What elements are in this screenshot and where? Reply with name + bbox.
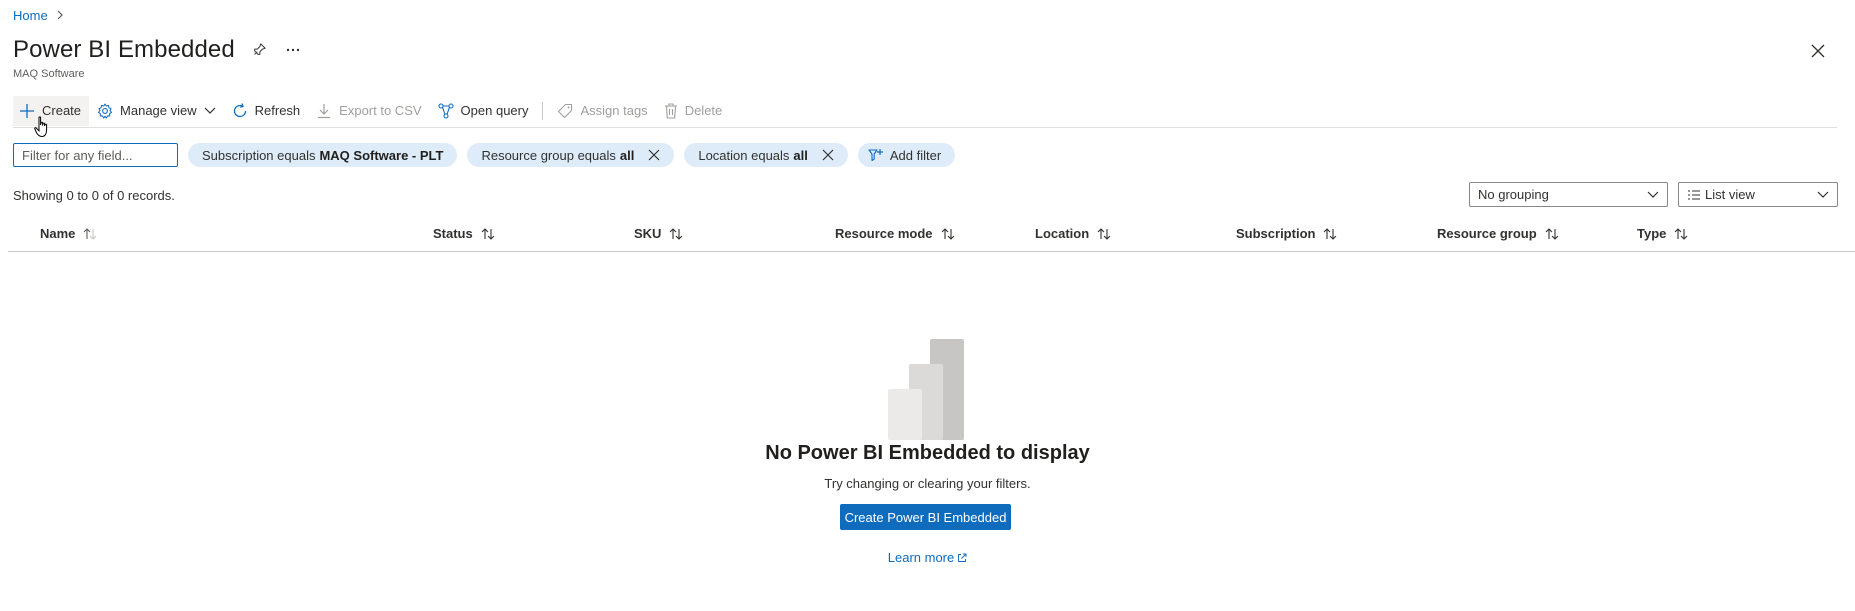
sort-icon (83, 227, 97, 240)
location-filter-pill[interactable]: Location equals all (684, 143, 848, 167)
title-row: Power BI Embedded (13, 36, 303, 64)
close-icon (1811, 44, 1825, 58)
column-label: Type (1637, 226, 1667, 241)
open-query-label: Open query (460, 103, 529, 118)
export-csv-label: Export to CSV (339, 103, 422, 118)
grouping-dropdown[interactable]: No grouping (1469, 182, 1668, 207)
open-query-button[interactable]: Open query (430, 96, 537, 126)
column-label: Subscription (1236, 226, 1316, 241)
sort-icon (1323, 227, 1337, 240)
chevron-down-icon (1817, 191, 1829, 198)
learn-more-link[interactable]: Learn more (0, 550, 1855, 565)
column-label: Name (40, 226, 76, 241)
add-filter-label: Add filter (889, 147, 942, 163)
resource-group-filter-pill[interactable]: Resource group equals all (467, 143, 675, 167)
empty-state-bar-chart-icon (888, 339, 964, 440)
column-header-location[interactable]: Location (1035, 226, 1111, 241)
grouping-selected: No grouping (1478, 187, 1549, 202)
view-selected: List view (1705, 187, 1755, 202)
location-filter-value: all (793, 147, 808, 163)
column-header-name[interactable]: Name (40, 226, 97, 241)
close-button[interactable] (1807, 40, 1829, 62)
column-header-type[interactable]: Type (1637, 226, 1688, 241)
refresh-button[interactable]: Refresh (224, 96, 309, 126)
delete-label: Delete (684, 103, 723, 118)
add-filter-icon (868, 149, 883, 162)
download-icon (318, 103, 331, 118)
location-filter-prefix: Location equals (698, 147, 790, 163)
more-options-icon[interactable] (283, 40, 303, 60)
delete-button[interactable]: Delete (656, 96, 731, 126)
pin-icon[interactable] (249, 40, 269, 60)
assign-tags-button[interactable]: Assign tags (549, 96, 655, 126)
sort-icon (1674, 227, 1688, 240)
export-csv-button[interactable]: Export to CSV (308, 96, 429, 126)
hand-cursor-icon (34, 116, 48, 138)
list-view-icon (1688, 189, 1700, 200)
subscription-filter-prefix: Subscription equals (202, 147, 316, 163)
empty-state-title: No Power BI Embedded to display (765, 442, 1090, 464)
chevron-down-icon (204, 107, 216, 114)
remove-filter-icon[interactable] (648, 149, 660, 161)
column-header-status[interactable]: Status (433, 226, 495, 241)
sort-icon (669, 227, 683, 240)
gear-icon (97, 103, 113, 118)
filter-bar: Subscription equals MAQ Software - PLT R… (13, 142, 956, 168)
create-power-bi-embedded-button[interactable]: Create Power BI Embedded (840, 504, 1011, 530)
chevron-down-icon (1647, 191, 1659, 198)
command-bar: Create Manage view Refresh Export to CSV… (13, 94, 1837, 128)
empty-state-subtitle: Try changing or clearing your filters. (824, 476, 1031, 491)
tag-icon (558, 103, 573, 118)
view-dropdown[interactable]: List view (1678, 182, 1838, 207)
add-filter-button[interactable]: Add filter (857, 143, 956, 167)
refresh-label: Refresh (254, 103, 301, 118)
resource-group-filter-prefix: Resource group equals (481, 147, 616, 163)
create-button[interactable]: Create (13, 95, 90, 126)
column-header-subscription[interactable]: Subscription (1236, 226, 1337, 241)
column-label: Location (1035, 226, 1090, 241)
toolbar-divider (542, 101, 544, 120)
learn-more-label: Learn more (887, 550, 955, 565)
assign-tags-label: Assign tags (580, 103, 648, 118)
column-header-sku[interactable]: SKU (634, 226, 683, 241)
sort-icon (481, 227, 495, 240)
refresh-icon (233, 102, 246, 117)
resource-group-filter-value: all (619, 147, 635, 163)
column-label: Status (433, 226, 473, 241)
chevron-right-icon (56, 9, 64, 23)
remove-filter-icon[interactable] (822, 149, 834, 161)
records-count: Showing 0 to 0 of 0 records. (13, 188, 175, 203)
plus-icon (20, 103, 34, 118)
subscription-filter-value: MAQ Software - PLT (319, 147, 444, 163)
trash-icon (664, 102, 677, 119)
column-header-resource-mode[interactable]: Resource mode (835, 226, 955, 241)
sort-icon (1545, 227, 1559, 240)
page-title: Power BI Embedded (13, 36, 235, 63)
filter-input[interactable] (13, 143, 178, 167)
column-label: SKU (634, 226, 662, 241)
breadcrumb: Home (13, 8, 64, 23)
column-header-resource-group[interactable]: Resource group (1437, 226, 1559, 241)
manage-view-button[interactable]: Manage view (89, 96, 224, 126)
subscription-filter-pill[interactable]: Subscription equals MAQ Software - PLT (188, 143, 458, 167)
sort-icon (941, 227, 955, 240)
column-label: Resource mode (835, 226, 933, 241)
column-label: Resource group (1437, 226, 1537, 241)
table-header: Name Status SKU Resource mode Location S… (8, 222, 1855, 252)
manage-view-label: Manage view (120, 103, 197, 118)
sort-icon (1097, 227, 1111, 240)
external-link-icon (958, 553, 967, 562)
query-icon (437, 102, 454, 119)
breadcrumb-home-link[interactable]: Home (13, 8, 48, 23)
page-subtitle: MAQ Software (13, 68, 85, 80)
